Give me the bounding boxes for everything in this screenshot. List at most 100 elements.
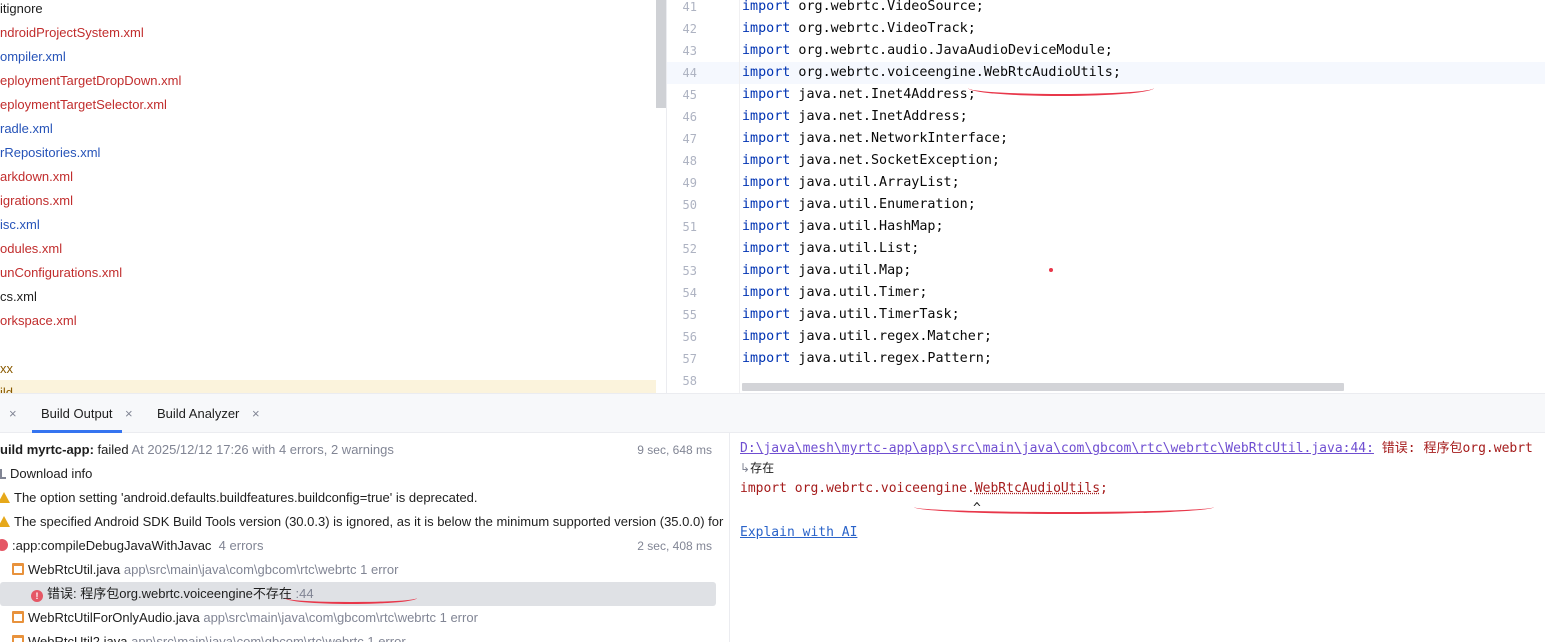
error-row-selected[interactable]: ! 错误: 程序包org.webrtc.voiceengine不存在 :44 bbox=[31, 582, 314, 606]
code-keyword: import bbox=[742, 153, 791, 168]
download-info-row[interactable]: Download info bbox=[0, 462, 92, 486]
code-keyword: import bbox=[742, 285, 791, 300]
code-text: org.webrtc.voiceengine.WebRtcAudioUtils; bbox=[790, 65, 1121, 80]
tree-file-item[interactable]: radle.xml bbox=[0, 118, 53, 140]
code-line[interactable]: import org.webrtc.VideoSource; bbox=[742, 0, 984, 18]
source-path-link[interactable]: D:\java\mesh\myrtc-app\app\src\main\java… bbox=[740, 441, 1374, 456]
build-root-label: uild myrtc-app: bbox=[0, 442, 94, 457]
code-text: java.util.TimerTask; bbox=[790, 307, 960, 322]
task-error-count: 4 errors bbox=[218, 538, 264, 553]
java-file-icon bbox=[12, 611, 24, 623]
code-line[interactable]: import java.util.TimerTask; bbox=[742, 304, 960, 326]
code-text: java.util.Enumeration; bbox=[790, 197, 976, 212]
code-text: java.util.List; bbox=[790, 241, 920, 256]
tree-file-item[interactable]: eploymentTargetSelector.xml bbox=[0, 94, 167, 116]
code-line[interactable]: import java.util.regex.Pattern; bbox=[742, 348, 992, 370]
code-keyword: import bbox=[742, 351, 791, 366]
project-tree: itignore ndroidProjectSystem.xml ompiler.x… bbox=[0, 0, 656, 393]
line-number: 44 bbox=[682, 66, 697, 80]
tab-build-output[interactable]: Build Output bbox=[41, 394, 113, 434]
code-keyword: import bbox=[742, 263, 791, 278]
warning-text: The option setting 'android.defaults.bui… bbox=[14, 490, 478, 505]
line-number: 57 bbox=[682, 352, 697, 366]
project-tree-scrollbar[interactable] bbox=[656, 0, 666, 108]
code-keyword: import bbox=[742, 43, 791, 58]
code-line[interactable]: import java.util.List; bbox=[742, 238, 919, 260]
tree-file-item[interactable]: cs.xml bbox=[0, 286, 37, 308]
tab-build-analyzer[interactable]: Build Analyzer bbox=[157, 394, 239, 434]
code-text: java.net.Inet4Address; bbox=[790, 87, 976, 102]
line-number: 53 bbox=[682, 264, 697, 278]
file-row[interactable]: WebRtcUtil.java app\src\main\java\com\gb… bbox=[12, 558, 398, 582]
gutter-separator bbox=[739, 0, 740, 393]
line-number: 51 bbox=[682, 220, 697, 234]
error-icon: ! bbox=[31, 590, 43, 602]
code-line[interactable]: import org.webrtc.VideoTrack; bbox=[742, 18, 976, 40]
tree-file-item[interactable]: ndroidProjectSystem.xml bbox=[0, 22, 144, 44]
annotation-underline-editor bbox=[968, 80, 1154, 96]
tree-file-item[interactable]: ompiler.xml bbox=[0, 46, 66, 68]
code-line[interactable]: import java.net.NetworkInterface; bbox=[742, 128, 1008, 150]
task-row[interactable]: :app:compileDebugJavaWithJavac 4 errors bbox=[0, 534, 263, 558]
tree-file-item[interactable]: eploymentTargetDropDown.xml bbox=[0, 70, 181, 92]
build-root-row[interactable]: uild myrtc-app: failed At 2025/12/12 17:… bbox=[0, 438, 394, 462]
build-total-time: 9 sec, 648 ms bbox=[637, 443, 712, 457]
task-label: :app:compileDebugJavaWithJavac bbox=[12, 538, 212, 553]
code-line[interactable]: import java.util.ArrayList; bbox=[742, 172, 960, 194]
code-keyword: import bbox=[742, 21, 791, 36]
console-continuation-line: ↳存在 bbox=[740, 459, 774, 476]
line-number: 50 bbox=[682, 198, 697, 212]
tab-build-analyzer-close-icon[interactable]: × bbox=[252, 394, 260, 434]
code-line[interactable]: import java.util.Enumeration; bbox=[742, 194, 976, 216]
warning-row[interactable]: The specified Android SDK Build Tools ve… bbox=[0, 510, 723, 534]
code-line[interactable]: import org.webrtc.audio.JavaAudioDeviceM… bbox=[742, 40, 1113, 62]
code-line[interactable]: import java.net.InetAddress; bbox=[742, 106, 968, 128]
code-text: org.webrtc.VideoTrack; bbox=[790, 21, 976, 36]
console-continuation-text: 存在 bbox=[750, 461, 775, 475]
tree-file-item[interactable]: unConfigurations.xml bbox=[0, 262, 122, 284]
code-line[interactable]: import java.net.Inet4Address; bbox=[742, 84, 976, 106]
annotation-underline-build-error bbox=[285, 592, 417, 604]
tree-file-item[interactable]: orkspace.xml bbox=[0, 310, 77, 332]
tree-file-item[interactable]: isc.xml bbox=[0, 214, 40, 236]
tree-file-item[interactable]: arkdown.xml bbox=[0, 166, 73, 188]
build-output-tree[interactable]: uild myrtc-app: failed At 2025/12/12 17:… bbox=[0, 433, 729, 642]
code-text: java.util.regex.Matcher; bbox=[790, 329, 992, 344]
file-path: app\src\main\java\com\gbcom\rtc\webrtc bbox=[131, 634, 364, 642]
tree-file-item[interactable]: igrations.xml bbox=[0, 190, 73, 212]
line-number: 42 bbox=[682, 22, 697, 36]
tree-file-item[interactable]: rRepositories.xml bbox=[0, 142, 100, 164]
tree-file-item[interactable]: odules.xml bbox=[0, 238, 62, 260]
file-error-count: 1 error bbox=[367, 634, 406, 642]
file-row[interactable]: WebRtcUtilForOnlyAudio.java app\src\main… bbox=[12, 606, 478, 630]
tree-file-item[interactable]: xx bbox=[0, 358, 13, 380]
build-console-output[interactable]: D:\java\mesh\myrtc-app\app\src\main\java… bbox=[730, 433, 1545, 642]
code-editor[interactable]: 41 42 43 44 45 46 47 48 49 50 51 52 53 54 55 56 57 58 imp… bbox=[667, 0, 1545, 393]
code-line[interactable]: import java.util.regex.Matcher; bbox=[742, 326, 992, 348]
code-text: org.webrtc.VideoSource; bbox=[790, 0, 984, 14]
line-number-gutter: 41 42 43 44 45 46 47 48 49 50 51 52 53 54 55 56 57 58 bbox=[667, 0, 738, 393]
code-line[interactable]: import java.util.HashMap; bbox=[742, 216, 944, 238]
annotation-dot bbox=[1049, 268, 1053, 272]
file-row[interactable]: WebRtcUtil2.java app\src\main\java\com\g… bbox=[12, 630, 406, 642]
code-keyword: import bbox=[742, 87, 791, 102]
file-name: WebRtcUtil.java bbox=[28, 562, 121, 577]
file-error-count: 1 error bbox=[360, 562, 399, 577]
code-text: org.webrtc.audio.JavaAudioDeviceModule; bbox=[790, 43, 1113, 58]
code-line[interactable]: import java.net.SocketException; bbox=[742, 150, 1000, 172]
editor-horizontal-scrollbar[interactable] bbox=[742, 383, 1344, 391]
tab-build-output-close-icon[interactable]: × bbox=[125, 394, 133, 434]
build-tool-window-header: × Build Output × Build Analyzer × bbox=[0, 393, 1545, 433]
code-line[interactable]: import java.util.Map; bbox=[742, 260, 911, 282]
tree-file-item[interactable]: itignore bbox=[0, 0, 43, 20]
code-text: java.net.NetworkInterface; bbox=[790, 131, 1009, 146]
code-keyword: import bbox=[742, 241, 791, 256]
code-keyword: import bbox=[742, 109, 791, 124]
close-icon[interactable]: × bbox=[9, 394, 17, 434]
warning-text: The specified Android SDK Build Tools ve… bbox=[14, 514, 724, 529]
tree-file-item[interactable]: ild bbox=[0, 382, 13, 393]
explain-with-ai-link[interactable]: Explain with AI bbox=[740, 525, 857, 540]
warning-row[interactable]: The option setting 'android.defaults.bui… bbox=[0, 486, 478, 510]
code-line[interactable]: import java.util.Timer; bbox=[742, 282, 927, 304]
file-name: WebRtcUtilForOnlyAudio.java bbox=[28, 610, 200, 625]
